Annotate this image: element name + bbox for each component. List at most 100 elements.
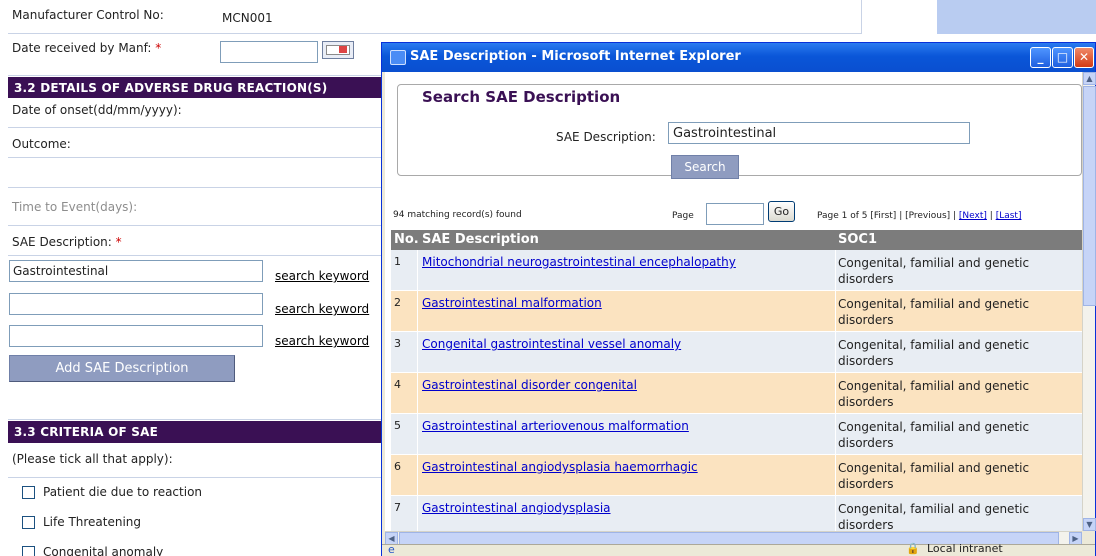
ie-icon	[390, 50, 406, 65]
row-soc: Congenital, familial and genetic disorde…	[838, 461, 1030, 491]
blank-row	[8, 158, 388, 188]
record-count: 94 matching record(s) found	[393, 210, 522, 220]
maximize-icon[interactable]: □	[1052, 47, 1073, 68]
scroll-up-icon[interactable]: ▲	[1083, 72, 1096, 85]
tick-hint-row: (Please tick all that apply):	[8, 444, 388, 478]
vertical-scroll-thumb[interactable]	[1083, 86, 1096, 306]
ie-page-icon: e	[388, 543, 395, 556]
row-desc-link[interactable]: Gastrointestinal disorder congenital	[422, 378, 637, 392]
sae-desc-text: SAE Description:	[12, 235, 112, 249]
criteria-label-3: Congenital anomaly	[43, 545, 164, 556]
search-fieldset: Search SAE Description SAE Description: …	[397, 84, 1082, 179]
manufacturer-value: MCN001	[222, 11, 273, 25]
sae-desc-input-2[interactable]	[9, 293, 263, 315]
page-label: Page	[672, 211, 694, 221]
row-no: 7	[394, 501, 401, 514]
ie-window-title: SAE Description - Microsoft Internet Exp…	[410, 49, 741, 64]
criteria-label-2: Life Threatening	[43, 515, 142, 529]
section-header-32: 3.2 DETAILS OF ADVERSE DRUG REACTION(S)	[8, 77, 388, 98]
table-row: 4 Gastrointestinal disorder congenital C…	[391, 373, 1082, 414]
header-soc1: SOC1	[838, 232, 877, 247]
criteria-label-1: Patient die due to reaction	[43, 485, 203, 499]
row-soc: Congenital, familial and genetic disorde…	[838, 297, 1030, 327]
row-soc: Congenital, familial and genetic disorde…	[838, 338, 1030, 368]
ie-content-area: Search SAE Description SAE Description: …	[385, 72, 1082, 531]
row-desc-link[interactable]: Gastrointestinal malformation	[422, 296, 602, 310]
search-input[interactable]: Gastrointestinal	[668, 122, 970, 144]
row-soc: Congenital, familial and genetic disorde…	[838, 420, 1030, 450]
required-mark: *	[115, 235, 122, 249]
row-no: 5	[394, 419, 401, 432]
header-sae-description: SAE Description	[422, 232, 539, 247]
sae-desc-row: SAE Description: *	[8, 226, 388, 256]
row-desc-link[interactable]: Gastrointestinal arteriovenous malformat…	[422, 419, 689, 433]
row-soc: Congenital, familial and genetic disorde…	[838, 379, 1030, 409]
required-mark: *	[155, 41, 162, 55]
criteria-checkbox-1[interactable]	[22, 486, 35, 499]
table-row: 1 Mitochondrial neurogastrointestinal en…	[391, 250, 1082, 291]
row-soc: Congenital, familial and genetic disorde…	[838, 502, 1030, 531]
outcome-label: Outcome:	[12, 137, 71, 151]
sae-desc-label: SAE Description: *	[8, 235, 122, 249]
vertical-scrollbar[interactable]: ▲ ▼	[1082, 72, 1096, 531]
date-received-text: Date received by Manf:	[12, 41, 152, 55]
table-row: 6 Gastrointestinal angiodysplasia haemor…	[391, 455, 1082, 496]
ie-popup-window: SAE Description - Microsoft Internet Exp…	[381, 42, 1096, 556]
scroll-down-icon[interactable]: ▼	[1083, 518, 1096, 531]
manufacturer-label: Manufacturer Control No:	[12, 8, 164, 22]
time-to-event-label: Time to Event(days):	[12, 200, 138, 214]
search-legend: Search SAE Description	[418, 88, 625, 106]
search-keyword-link-3[interactable]: search keyword	[275, 334, 369, 348]
date-received-input[interactable]	[220, 41, 318, 63]
row-desc-link[interactable]: Mitochondrial neurogastrointestinal ence…	[422, 255, 736, 269]
criteria-checkbox-2[interactable]	[22, 516, 35, 529]
criteria-row-2: Life Threatening	[8, 508, 388, 538]
row-no: 4	[394, 378, 401, 391]
page-info-text: Page 1 of 5	[817, 211, 871, 221]
table-row: 2 Gastrointestinal malformation Congenit…	[391, 291, 1082, 332]
row-desc-link[interactable]: Congenital gastrointestinal vessel anoma…	[422, 337, 681, 351]
table-row: 5 Gastrointestinal arteriovenous malform…	[391, 414, 1082, 455]
ie-status-bar: e 🔒 Local intranet	[382, 542, 1095, 556]
ie-titlebar[interactable]: SAE Description - Microsoft Internet Exp…	[382, 43, 1095, 72]
go-button[interactable]: Go	[768, 201, 795, 222]
form-right-header	[937, 0, 1096, 34]
blank-row-2	[8, 386, 388, 420]
calendar-icon[interactable]	[322, 41, 354, 59]
date-received-label: Date received by Manf: *	[8, 41, 161, 55]
search-keyword-link-1[interactable]: search keyword	[275, 269, 369, 283]
header-no: No.	[394, 232, 419, 247]
table-row: 7 Gastrointestinal angiodysplasia Congen…	[391, 496, 1082, 531]
outcome-row: Outcome:	[8, 128, 388, 158]
search-keyword-link-2[interactable]: search keyword	[275, 302, 369, 316]
minimize-icon[interactable]: _	[1030, 47, 1051, 68]
search-label: SAE Description:	[556, 130, 656, 144]
date-onset-row: Date of onset(dd/mm/yyyy):	[8, 98, 388, 128]
close-icon[interactable]: ✕	[1074, 47, 1094, 68]
security-zone: Local intranet	[927, 542, 1003, 555]
page-input[interactable]	[706, 203, 764, 225]
tick-hint-label: (Please tick all that apply):	[12, 452, 173, 466]
sae-desc-input-3[interactable]	[9, 325, 263, 347]
previous-page-link[interactable]: [Previous]	[905, 211, 950, 221]
manufacturer-row: Manufacturer Control No: MCN001	[8, 0, 861, 34]
lock-icon: 🔒	[906, 542, 920, 555]
row-no: 6	[394, 460, 401, 473]
row-no: 2	[394, 296, 401, 309]
date-onset-label: Date of onset(dd/mm/yyyy):	[12, 103, 182, 117]
row-desc-link[interactable]: Gastrointestinal angiodysplasia haemorrh…	[422, 460, 698, 474]
table-header: No. SAE Description SOC1	[391, 230, 1082, 250]
next-page-link[interactable]: [Next]	[959, 211, 987, 221]
add-sae-description-button[interactable]: Add SAE Description	[9, 355, 235, 382]
row-soc: Congenital, familial and genetic disorde…	[838, 256, 1030, 286]
row-no: 1	[394, 255, 401, 268]
row-no: 3	[394, 337, 401, 350]
row-desc-link[interactable]: Gastrointestinal angiodysplasia	[422, 501, 611, 515]
search-button[interactable]: Search	[671, 155, 739, 179]
first-page-link[interactable]: [First]	[870, 211, 896, 221]
criteria-row-3: Congenital anomaly	[8, 538, 388, 556]
last-page-link[interactable]: [Last]	[996, 211, 1022, 221]
criteria-checkbox-3[interactable]	[22, 546, 35, 556]
sae-desc-input-1[interactable]: Gastrointestinal	[9, 260, 263, 282]
section-header-33: 3.3 CRITERIA OF SAE	[8, 421, 388, 443]
